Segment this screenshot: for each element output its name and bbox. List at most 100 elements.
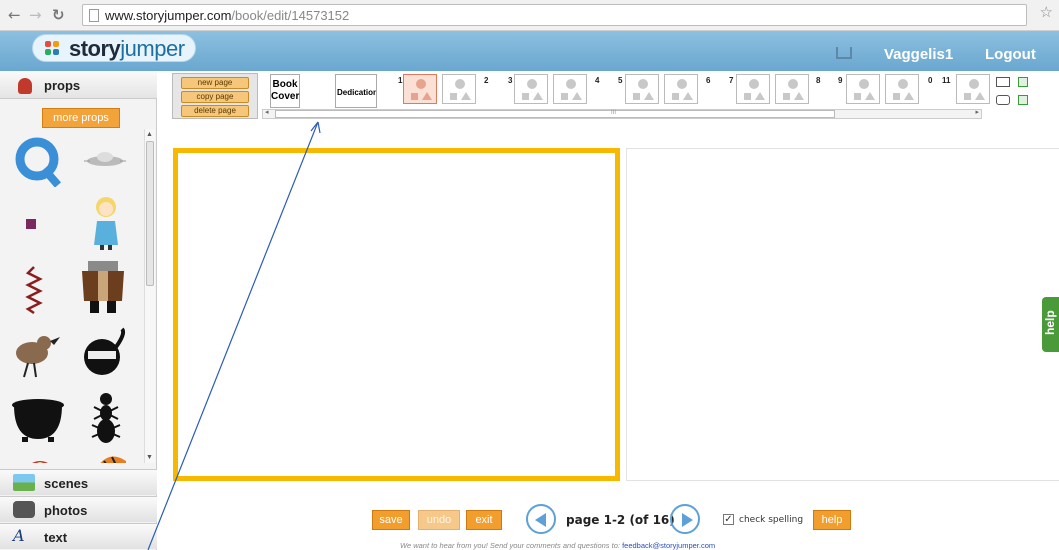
page-number: 2 <box>484 76 489 85</box>
prop-letter-q[interactable] <box>14 135 64 192</box>
thumbnail-scrollbar[interactable]: ◂ III ▸ <box>262 109 982 119</box>
copy-page-button[interactable]: copy page <box>181 91 249 103</box>
photos-tab[interactable]: photos <box>0 496 157 522</box>
star-icon[interactable]: ☆ <box>1040 3 1053 21</box>
prop-pirate[interactable] <box>20 451 60 463</box>
url-path: /book/edit/14573152 <box>231 8 350 23</box>
logo-jumper: jumper <box>120 36 185 61</box>
left-page-canvas[interactable] <box>173 148 620 481</box>
page-number: 7 <box>729 76 734 85</box>
page-thumb-10[interactable] <box>885 74 919 104</box>
page-number: 8 <box>816 76 821 85</box>
page-thumb-1[interactable] <box>403 74 437 104</box>
save-button[interactable]: save <box>372 510 410 530</box>
reload-icon[interactable]: ↻ <box>52 6 65 24</box>
page-thumb-9[interactable] <box>846 74 880 104</box>
scroll-up-icon[interactable]: ▲ <box>146 131 153 138</box>
delete-page-button[interactable]: delete page <box>181 105 249 117</box>
new-page-button[interactable]: new page <box>181 77 249 89</box>
back-icon[interactable]: ← <box>8 6 21 24</box>
storyjumper-logo[interactable]: storyjumper <box>32 34 196 62</box>
page-number: 3 <box>508 76 513 85</box>
props-grid <box>6 133 142 463</box>
page-thumb-5[interactable] <box>625 74 659 104</box>
book-cover-thumb[interactable]: Book Cover <box>270 74 300 108</box>
page-icon <box>89 9 99 22</box>
scroll-grip: III <box>611 110 617 116</box>
url-text: www.storyjumper.com/book/edit/14573152 <box>105 8 349 23</box>
single-view-icon[interactable] <box>996 77 1010 87</box>
more-props-button[interactable]: more props <box>42 108 120 128</box>
page-indicator: page 1-2 (of 16) <box>566 513 675 527</box>
zoom-icon[interactable] <box>1018 77 1028 87</box>
page-thumb-2[interactable] <box>442 74 476 104</box>
exit-button[interactable]: exit <box>466 510 502 530</box>
spread-view-icon[interactable] <box>996 95 1010 105</box>
dedication-thumb[interactable]: Dedication <box>335 74 377 108</box>
page-number: 1 <box>398 76 403 85</box>
page-number: 9 <box>838 76 843 85</box>
right-page-canvas[interactable] <box>626 148 1059 481</box>
thumbnail-scroll-thumb[interactable]: III <box>275 110 835 118</box>
props-scrollbar[interactable]: ▲ ▼ <box>144 129 155 463</box>
page-thumb-4[interactable] <box>553 74 587 104</box>
prop-ufo[interactable] <box>84 149 126 176</box>
prev-page-button[interactable] <box>526 504 556 534</box>
prop-tiger[interactable] <box>90 449 130 463</box>
prop-doll[interactable] <box>91 193 121 256</box>
prop-bird[interactable] <box>10 329 60 384</box>
props-label: props <box>44 78 81 93</box>
prev-arrow-icon <box>535 513 546 527</box>
page-thumb-11[interactable] <box>956 74 990 104</box>
prop-ninja[interactable] <box>82 327 128 384</box>
prop-cauldron[interactable] <box>10 395 66 448</box>
scroll-thumb[interactable] <box>146 141 154 286</box>
page-toolbar: new page copy page delete page Book Cove… <box>170 71 1059 121</box>
feedback-email-link[interactable]: feedback@storyjumper.com <box>622 541 715 550</box>
prop-small-square[interactable] <box>26 219 36 229</box>
left-sidebar: props more props ▲ ▼ scenes photos A tex… <box>0 71 157 550</box>
prop-spring[interactable] <box>24 265 44 320</box>
logo-text: storyjumper <box>69 36 185 62</box>
scenes-tab[interactable]: scenes <box>0 469 157 495</box>
scroll-left-icon[interactable]: ◂ <box>265 108 269 116</box>
text-icon: A <box>13 526 25 545</box>
scenes-icon <box>13 474 35 491</box>
browser-toolbar: ← → ↻ www.storyjumper.com/book/edit/1457… <box>0 0 1059 31</box>
undo-button[interactable]: undo <box>418 510 460 530</box>
scroll-right-icon[interactable]: ▸ <box>975 108 979 116</box>
forward-icon[interactable]: → <box>29 6 42 24</box>
cart-icon[interactable] <box>836 47 852 59</box>
props-icon <box>18 78 32 94</box>
camera-icon <box>13 501 35 518</box>
address-bar[interactable]: www.storyjumper.com/book/edit/14573152 <box>82 4 1027 26</box>
photos-label: photos <box>44 503 88 518</box>
page-number: 0 <box>928 76 933 85</box>
prop-brown-coat[interactable] <box>78 259 128 320</box>
check-spelling-checkbox[interactable]: ✓ <box>723 514 734 525</box>
scroll-down-icon[interactable]: ▼ <box>146 454 153 461</box>
page-thumb-7[interactable] <box>736 74 770 104</box>
page-number: 4 <box>595 76 600 85</box>
page-thumb-8[interactable] <box>775 74 809 104</box>
fullscreen-icon[interactable] <box>1018 95 1028 105</box>
next-page-button[interactable] <box>670 504 700 534</box>
help-side-tab[interactable]: help <box>1042 297 1059 352</box>
logo-dots-icon <box>45 41 61 57</box>
help-button[interactable]: help <box>813 510 851 530</box>
page-number: 6 <box>706 76 711 85</box>
username-link[interactable]: Vaggelis1 <box>884 46 953 63</box>
logo-story: story <box>69 36 121 61</box>
help-tab-label: help <box>1043 310 1057 335</box>
text-tab[interactable]: A text <box>0 523 157 549</box>
logout-link[interactable]: Logout <box>985 46 1036 63</box>
prop-ant[interactable] <box>86 391 126 450</box>
site-header: storyjumper Vaggelis1 Logout <box>0 31 1059 71</box>
props-tab[interactable]: props <box>0 71 157 99</box>
feedback-line: We want to hear from you! Send your comm… <box>400 541 715 550</box>
page-number: 11 <box>942 76 951 85</box>
next-arrow-icon <box>682 513 693 527</box>
page-thumb-3[interactable] <box>514 74 548 104</box>
page-thumb-6[interactable] <box>664 74 698 104</box>
check-spelling-label: check spelling <box>739 515 804 525</box>
